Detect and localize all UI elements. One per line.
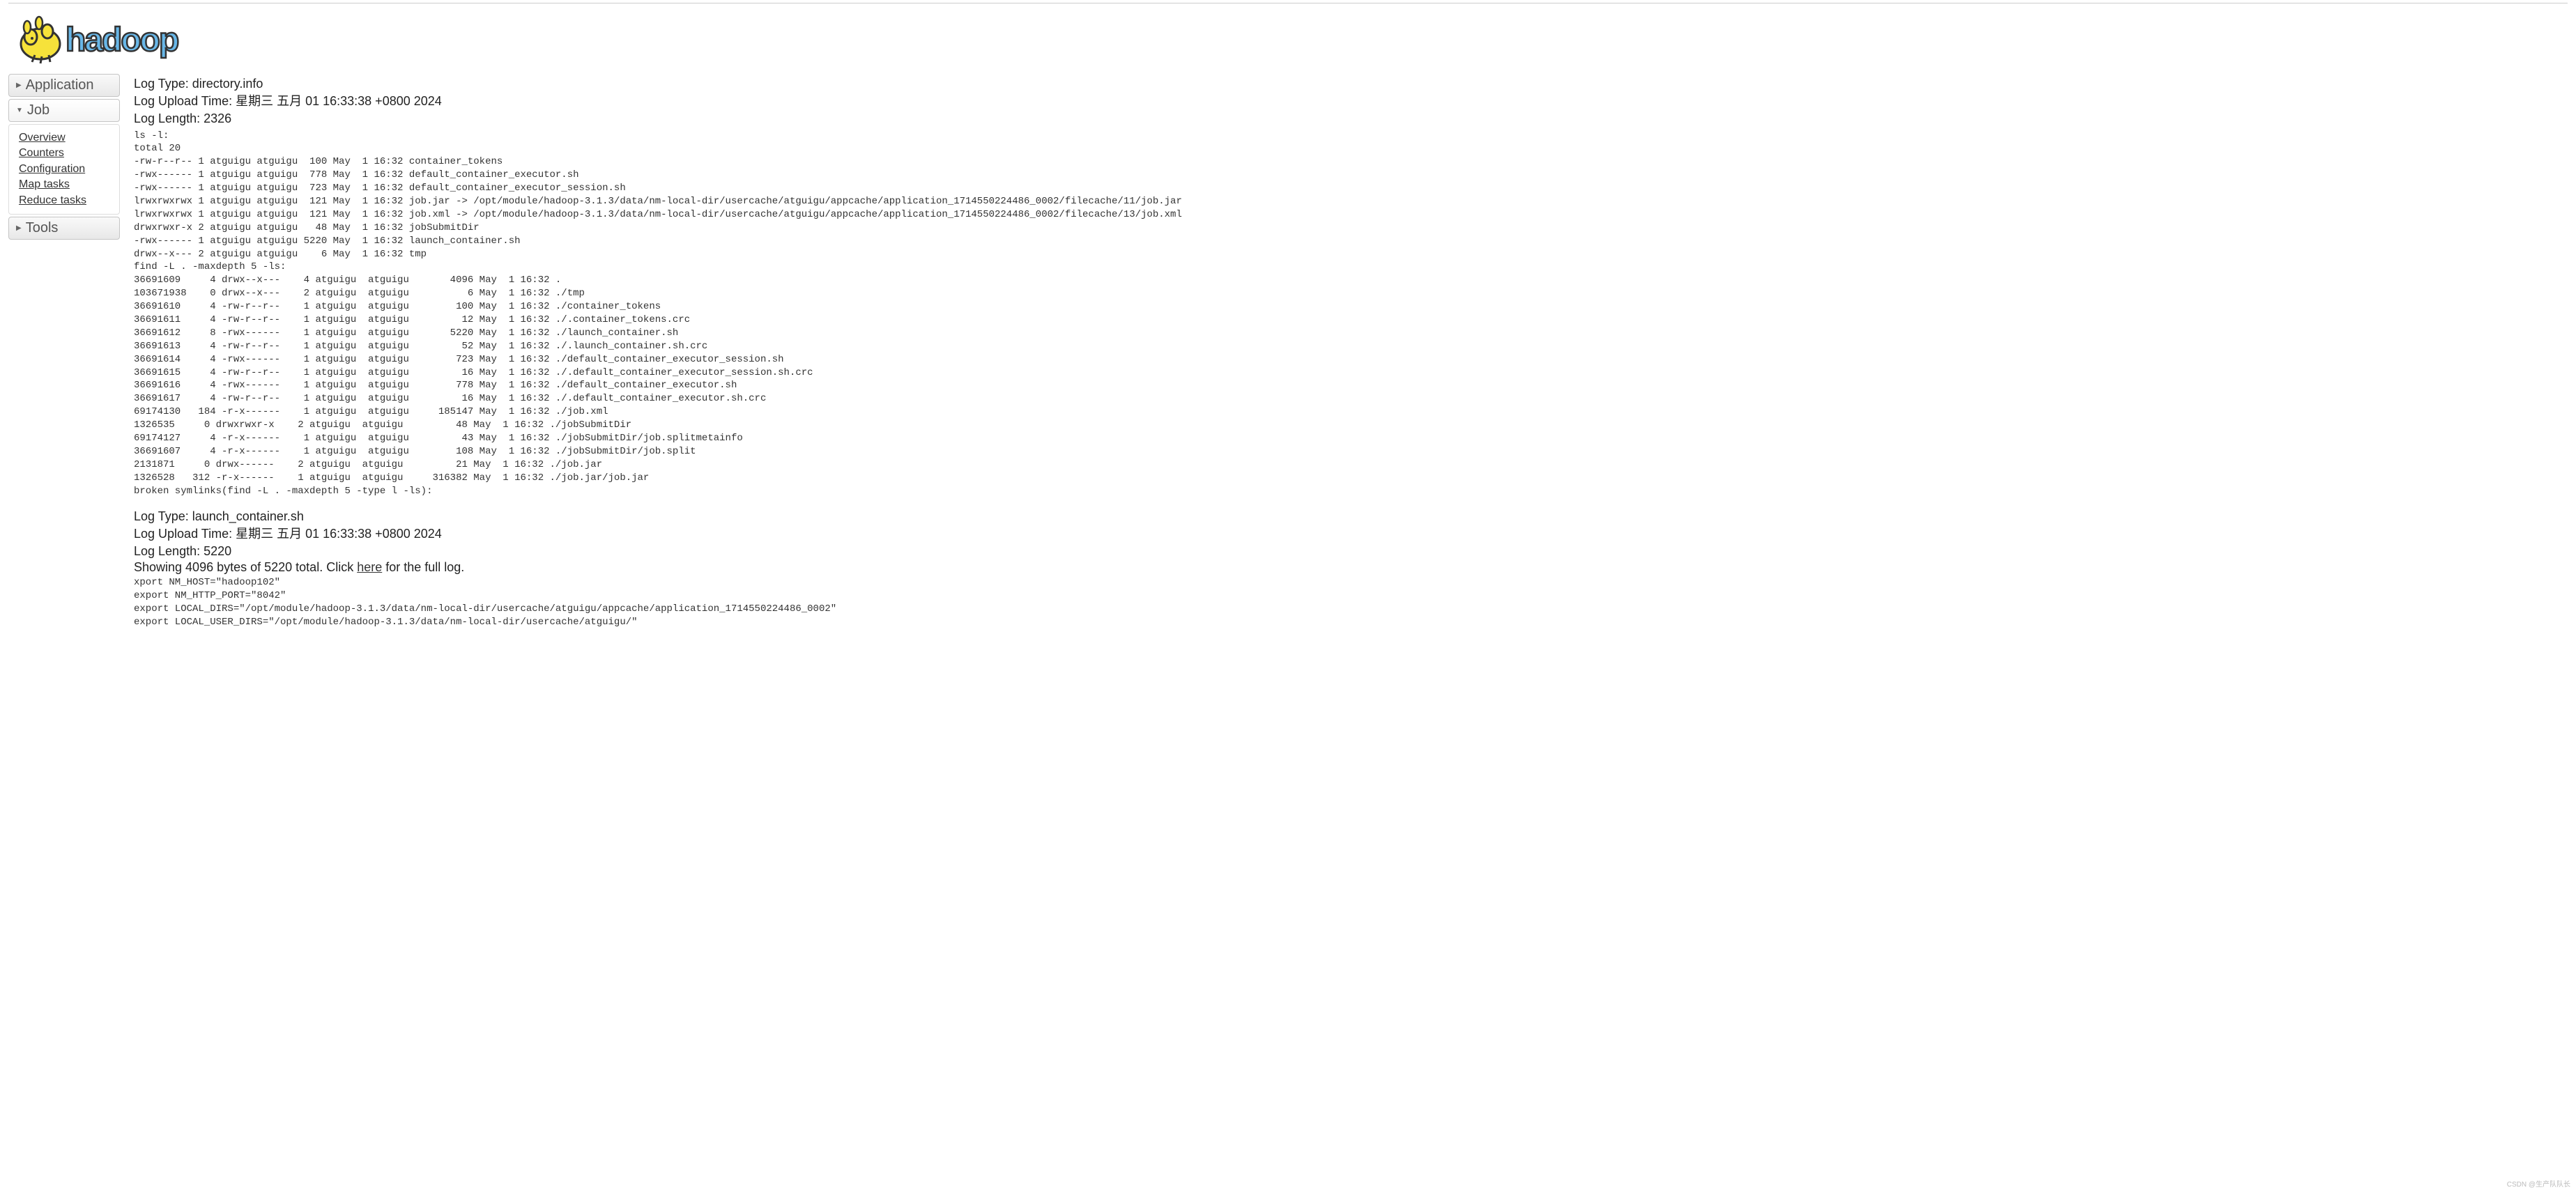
- log2-length-label: Log Length:: [134, 544, 204, 558]
- chevron-right-icon: ▶: [16, 82, 22, 89]
- logo-row: hadoop: [8, 8, 2568, 74]
- chevron-right-icon: ▶: [16, 224, 22, 232]
- log1-upload-value: 星期三 五月 01 16:33:38 +0800 2024: [236, 94, 442, 108]
- log2-length: Log Length: 5220: [134, 543, 2568, 560]
- log1-upload-time: Log Upload Time: 星期三 五月 01 16:33:38 +080…: [134, 93, 2568, 110]
- log2-full-log-link[interactable]: here: [357, 560, 382, 574]
- log2-upload-value: 星期三 五月 01 16:33:38 +0800 2024: [236, 527, 442, 541]
- log1-length-value: 2326: [204, 111, 231, 125]
- log2-showing-suffix: for the full log.: [382, 560, 464, 574]
- log2-type: Log Type: launch_container.sh: [134, 508, 2568, 525]
- sidebar-application-label: Application: [26, 77, 94, 93]
- sidebar-application-header[interactable]: ▶ Application: [8, 74, 120, 97]
- log1-length-label: Log Length:: [134, 111, 204, 125]
- log2-body: xport NM_HOST="hadoop102" export NM_HTTP…: [134, 576, 2568, 629]
- log1-type: Log Type: directory.info: [134, 75, 2568, 93]
- log2-upload-time: Log Upload Time: 星期三 五月 01 16:33:38 +080…: [134, 525, 2568, 543]
- sidebar-tools-header[interactable]: ▶ Tools: [8, 217, 120, 240]
- log2-upload-label: Log Upload Time:: [134, 527, 236, 541]
- sidebar-job-header[interactable]: ▼ Job: [8, 99, 120, 122]
- sidebar-job-label: Job: [27, 102, 49, 118]
- sidebar-tools-label: Tools: [26, 220, 59, 236]
- svg-text:hadoop: hadoop: [66, 22, 178, 59]
- sidebar-link-counters[interactable]: Counters: [19, 146, 109, 161]
- log2-showing-prefix: Showing 4096 bytes of 5220 total. Click: [134, 560, 357, 574]
- log1-length: Log Length: 2326: [134, 110, 2568, 128]
- sidebar-link-overview[interactable]: Overview: [19, 130, 109, 146]
- log2-type-label: Log Type:: [134, 509, 192, 523]
- log1-type-value: directory.info: [192, 77, 263, 91]
- log2-length-value: 5220: [204, 544, 231, 558]
- log1-upload-label: Log Upload Time:: [134, 94, 236, 108]
- log2-showing: Showing 4096 bytes of 5220 total. Click …: [134, 560, 2568, 575]
- sidebar-link-configuration[interactable]: Configuration: [19, 162, 109, 177]
- hadoop-logo: hadoop: [14, 10, 237, 68]
- log1-type-label: Log Type:: [134, 77, 192, 91]
- log1-body: ls -l: total 20 -rw-r--r-- 1 atguigu atg…: [134, 130, 2568, 498]
- content-area: Log Type: directory.info Log Upload Time…: [134, 74, 2568, 639]
- sidebar-link-reduce-tasks[interactable]: Reduce tasks: [19, 193, 109, 208]
- sidebar-link-map-tasks[interactable]: Map tasks: [19, 177, 109, 192]
- log2-type-value: launch_container.sh: [192, 509, 304, 523]
- sidebar-job-submenu: Overview Counters Configuration Map task…: [8, 124, 120, 215]
- sidebar: ▶ Application ▼ Job Overview Counters Co…: [8, 74, 120, 242]
- chevron-down-icon: ▼: [16, 107, 23, 114]
- watermark: CSDN @生产队队长: [2507, 1178, 2570, 1189]
